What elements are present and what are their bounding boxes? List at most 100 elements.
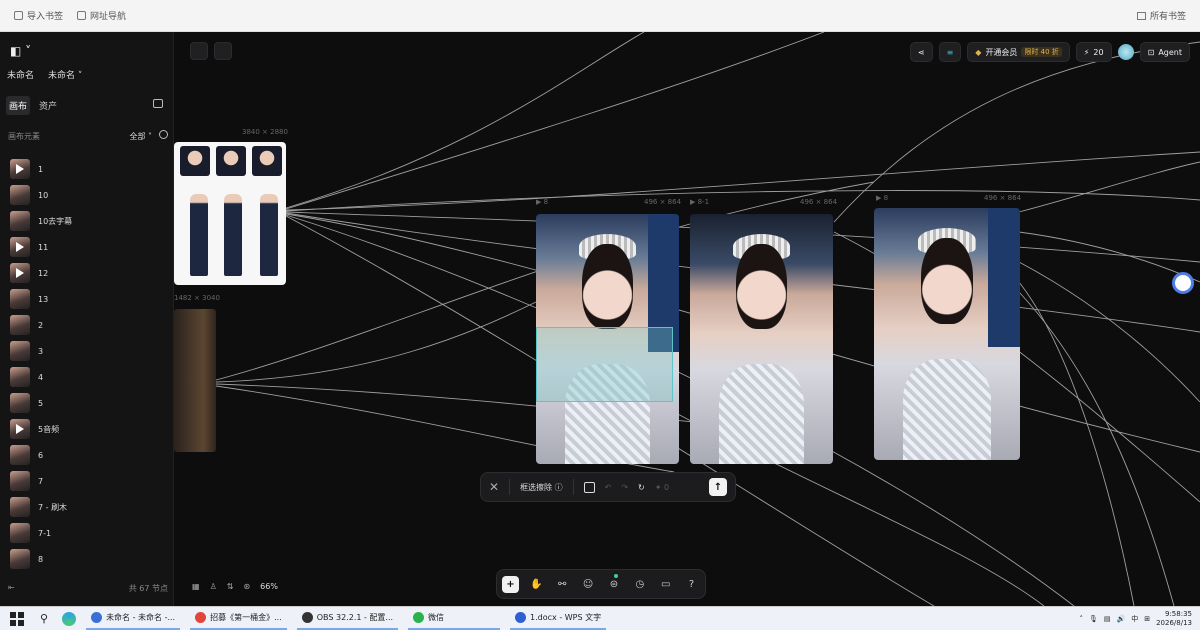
list-item[interactable]: 2 — [10, 312, 160, 338]
hand-tool-icon[interactable]: ✋ — [528, 576, 545, 593]
person-icon[interactable]: ♙ — [210, 582, 217, 591]
list-item[interactable]: 1 — [10, 156, 160, 182]
list-item-label: 13 — [38, 294, 49, 304]
taskbar-app[interactable]: 微信 — [408, 608, 501, 630]
video-thumbnail — [10, 159, 30, 179]
image-thumbnail — [10, 289, 30, 309]
help-icon[interactable]: ? — [683, 576, 700, 593]
project-breadcrumb: 未命名 未命名 ˅ — [7, 68, 82, 81]
bookmark-nav[interactable]: 网址导航 — [77, 9, 126, 22]
image-thumbnail — [10, 341, 30, 361]
zoom-level[interactable]: 66% — [260, 582, 278, 591]
mic-icon[interactable]: 🎙 — [1089, 615, 1098, 623]
erase-mode-label[interactable]: 框选擦除 ⓘ — [520, 482, 563, 493]
undo-icon[interactable]: ↶ — [605, 483, 612, 492]
taskbar-app-label: OBS 32.2.1 - 配置... — [316, 613, 394, 622]
layout-icon[interactable] — [214, 42, 232, 60]
bride-image-3[interactable] — [874, 208, 1020, 460]
all-bookmarks[interactable]: 所有书签 — [1136, 9, 1186, 22]
tray-arrow-icon[interactable]: ˄ — [1079, 615, 1083, 623]
layers-icon[interactable]: ⇅ — [227, 582, 234, 591]
video-thumbnail — [10, 419, 30, 439]
diamond-icon: ◆ — [975, 47, 982, 57]
bride-image-1[interactable] — [536, 214, 679, 464]
list-item[interactable]: 5 — [10, 390, 160, 416]
taskbar-app[interactable]: 未命名 - 未命名 -... — [86, 608, 181, 630]
face-thumb — [216, 146, 246, 176]
tab-canvas[interactable]: 画布 — [6, 95, 31, 115]
submit-button[interactable]: ↑ — [709, 478, 727, 496]
collapse-icon[interactable]: ⇤ — [8, 583, 15, 594]
canvas[interactable]: ⋖ ≡ ◆ 开通会员 限时 40 折 ⚡ 20 ⊡ Agent 3840 × 2… — [174, 32, 1200, 606]
swap-icon[interactable] — [190, 42, 208, 60]
taskbar-app[interactable]: 招募《第一桶金》... — [190, 608, 287, 630]
list-item[interactable]: 7 — [10, 468, 160, 494]
list-item[interactable]: 11 — [10, 234, 160, 260]
list-item[interactable]: 3 — [10, 338, 160, 364]
character-icon[interactable]: ☺ — [580, 576, 597, 593]
agent-button[interactable]: ⊡ Agent — [1139, 42, 1190, 62]
lightning-icon: ⚡ — [1083, 47, 1090, 57]
clock[interactable]: 9:58:35 2026/8/13 — [1156, 610, 1192, 628]
list-item[interactable]: 7-1 — [10, 520, 160, 546]
assistant-bubble-icon[interactable] — [1172, 272, 1194, 294]
list-item[interactable]: 6 — [10, 442, 160, 468]
redo-icon[interactable]: ↷ — [621, 483, 628, 492]
avatar[interactable] — [1117, 44, 1134, 60]
membership-button[interactable]: ◆ 开通会员 限时 40 折 — [967, 42, 1070, 62]
canvas-name[interactable]: 未命名 ˅ — [48, 68, 82, 81]
list-item[interactable]: 7 - 刷木 — [10, 494, 160, 520]
bride-image-2[interactable] — [690, 214, 833, 464]
close-icon[interactable]: ✕ — [489, 480, 499, 494]
list-item-label: 4 — [38, 372, 44, 382]
image-thumbnail — [10, 393, 30, 413]
connect-icon[interactable]: ⚯ — [554, 576, 571, 593]
node-play-label: ▶ 8-1 — [690, 198, 710, 206]
menu-button[interactable]: ≡ — [938, 42, 962, 62]
search-icon[interactable]: ⚲ — [40, 612, 48, 625]
zoom-icon[interactable]: ⊛ — [243, 582, 250, 591]
tab-assets[interactable]: 资产 — [36, 96, 60, 115]
node-play-label: ▶ 8 — [876, 194, 889, 202]
filter-dropdown[interactable]: 全部 ˅ — [129, 131, 152, 142]
list-item[interactable]: 8 — [10, 546, 160, 572]
list-item-label: 11 — [38, 242, 49, 252]
volume-icon[interactable]: 🔊 — [1117, 615, 1126, 623]
box-select-icon[interactable] — [583, 481, 595, 493]
erase-selection[interactable] — [536, 326, 674, 402]
edge-icon[interactable] — [62, 611, 77, 626]
panel-toggle-icon[interactable] — [153, 99, 163, 108]
list-item[interactable]: 10去字幕 — [10, 208, 160, 234]
input-mode-icon[interactable]: ⊞ — [1144, 615, 1150, 623]
taskbar-app[interactable]: 1.docx - WPS 文字 — [510, 608, 607, 630]
network-icon[interactable]: ▤ — [1104, 615, 1111, 623]
reset-icon[interactable]: ↻ — [638, 483, 645, 492]
list-item[interactable]: 10 — [10, 182, 160, 208]
start-icon[interactable] — [10, 611, 24, 626]
list-item-label: 7 - 刷木 — [38, 502, 68, 512]
image-icon[interactable]: ▭ — [657, 576, 674, 593]
door-image[interactable] — [174, 309, 216, 452]
add-node-button[interactable]: + — [502, 575, 519, 593]
bookmark-import[interactable]: 导入书签 — [14, 9, 63, 22]
robot-icon[interactable]: ⊜ — [606, 576, 623, 593]
taskbar-app[interactable]: OBS 32.2.1 - 配置... — [296, 608, 399, 630]
ime-indicator[interactable]: 中 — [1131, 614, 1138, 624]
list-item-label: 8 — [38, 554, 44, 564]
body-thumb — [224, 194, 242, 276]
list-item[interactable]: 4 — [10, 364, 160, 390]
credits-display[interactable]: ⚡ 20 — [1075, 42, 1112, 62]
list-item[interactable]: 5音频 — [10, 416, 160, 442]
share-button[interactable]: ⋖ — [909, 42, 933, 62]
bookmark-import-label: 导入书签 — [27, 12, 64, 22]
project-name[interactable]: 未命名 — [7, 68, 34, 81]
list-item-label: 10去字幕 — [38, 216, 73, 226]
list-item[interactable]: 12 — [10, 260, 160, 286]
character-sheet-image[interactable] — [174, 142, 286, 285]
history-icon[interactable]: ◷ — [631, 576, 648, 593]
list-item[interactable]: 13 — [10, 286, 160, 312]
grid-icon[interactable]: ▦ — [192, 582, 200, 591]
list-item-label: 6 — [38, 450, 44, 460]
search-icon[interactable] — [159, 130, 168, 139]
app-logo-icon[interactable]: ◧ ˅ — [10, 44, 31, 58]
